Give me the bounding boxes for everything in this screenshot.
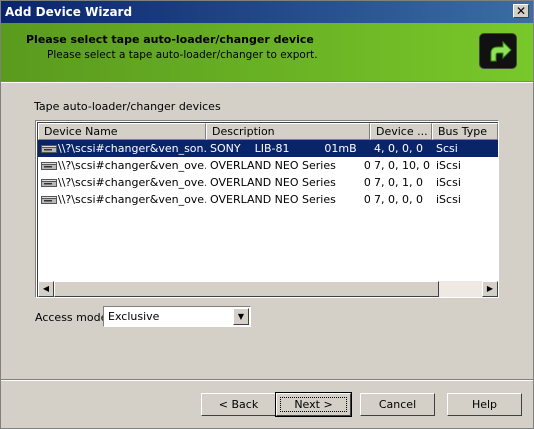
column-header-description[interactable]: Description xyxy=(206,123,370,140)
column-header-bus-type[interactable]: Bus Type xyxy=(432,123,498,140)
device-name-text: \\?\scsi#changer&ven_ove... xyxy=(58,176,206,189)
scroll-thumb[interactable] xyxy=(54,281,439,297)
tape-drive-icon xyxy=(41,179,57,187)
table-row[interactable]: \\?\scsi#changer&ven_ove... OVERLAND NEO … xyxy=(38,191,498,208)
device-rows: \\?\scsi#changer&ven_son... SONY LIB-81 0… xyxy=(38,140,498,208)
device-address-cell: 7, 0, 10, 0 xyxy=(374,159,430,172)
device-address-cell: 7, 0, 0, 0 xyxy=(374,193,423,206)
list-header: Device Name Description Device ... Bus T… xyxy=(38,123,498,140)
device-address-cell: 4, 0, 0, 0 xyxy=(374,142,423,155)
export-arrow-icon xyxy=(479,33,517,69)
device-address-cell: 7, 0, 1, 0 xyxy=(374,176,423,189)
banner-subtitle: Please select a tape auto-loader/changer… xyxy=(47,49,318,61)
tape-drive-icon xyxy=(41,162,57,170)
help-button[interactable]: Help xyxy=(447,393,522,416)
bus-type-cell: iScsi xyxy=(436,159,461,172)
device-name-text: \\?\scsi#changer&ven_ove... xyxy=(58,193,206,206)
add-device-wizard-window: Add Device Wizard ✕ Please select tape a… xyxy=(0,0,534,429)
header-divider xyxy=(1,81,533,83)
device-name-text: \\?\scsi#changer&ven_ove... xyxy=(58,159,206,172)
table-row[interactable]: \\?\scsi#changer&ven_son... SONY LIB-81 0… xyxy=(38,140,498,157)
device-name-cell: \\?\scsi#changer&ven_ove... xyxy=(38,174,206,191)
chevron-down-icon[interactable]: ▼ xyxy=(233,308,249,325)
device-description-cell: OVERLAND NEO Series 0429 xyxy=(210,159,370,172)
banner-title: Please select tape auto-loader/changer d… xyxy=(26,33,314,46)
bus-type-cell: iScsi xyxy=(436,193,461,206)
access-mode-select[interactable]: Exclusive ▼ xyxy=(103,306,251,327)
wizard-header-banner: Please select tape auto-loader/changer d… xyxy=(1,23,533,81)
focus-rect xyxy=(280,397,347,412)
footer-divider xyxy=(1,379,533,381)
access-mode-value: Exclusive xyxy=(108,310,160,323)
device-name-cell: \\?\scsi#changer&ven_ove... xyxy=(38,191,206,208)
scroll-right-button[interactable]: ▶ xyxy=(482,281,498,297)
close-button[interactable]: ✕ xyxy=(513,4,529,18)
device-description-cell: OVERLAND NEO Series 0429 xyxy=(210,176,370,189)
close-icon: ✕ xyxy=(515,4,527,18)
back-button[interactable]: < Back xyxy=(201,393,276,416)
device-description-cell: SONY LIB-81 01mB xyxy=(210,142,357,155)
tape-drive-icon xyxy=(41,196,57,204)
column-header-device[interactable]: Device ... xyxy=(370,123,432,140)
scroll-left-button[interactable]: ◀ xyxy=(38,281,54,297)
tape-drive-icon xyxy=(41,145,57,153)
cancel-button[interactable]: Cancel xyxy=(360,393,435,416)
devices-list-label: Tape auto-loader/changer devices xyxy=(34,100,221,113)
device-name-cell: \\?\scsi#changer&ven_son... xyxy=(38,140,206,157)
table-row[interactable]: \\?\scsi#changer&ven_ove... OVERLAND NEO … xyxy=(38,174,498,191)
title-bar[interactable]: Add Device Wizard ✕ xyxy=(1,1,533,23)
bus-type-cell: iScsi xyxy=(436,176,461,189)
device-name-text: \\?\scsi#changer&ven_son... xyxy=(58,142,206,155)
table-row[interactable]: \\?\scsi#changer&ven_ove... OVERLAND NEO … xyxy=(38,157,498,174)
device-name-cell: \\?\scsi#changer&ven_ove... xyxy=(38,157,206,174)
horizontal-scrollbar[interactable]: ◀ ▶ xyxy=(38,281,498,297)
next-button[interactable]: Next > xyxy=(275,392,352,417)
access-mode-label: Access mode xyxy=(35,311,108,324)
device-description-cell: OVERLAND NEO Series 0429 xyxy=(210,193,370,206)
column-header-device-name[interactable]: Device Name xyxy=(38,123,206,140)
devices-listview[interactable]: Device Name Description Device ... Bus T… xyxy=(35,120,499,298)
window-title: Add Device Wizard xyxy=(5,5,133,19)
bus-type-cell: Scsi xyxy=(436,142,458,155)
